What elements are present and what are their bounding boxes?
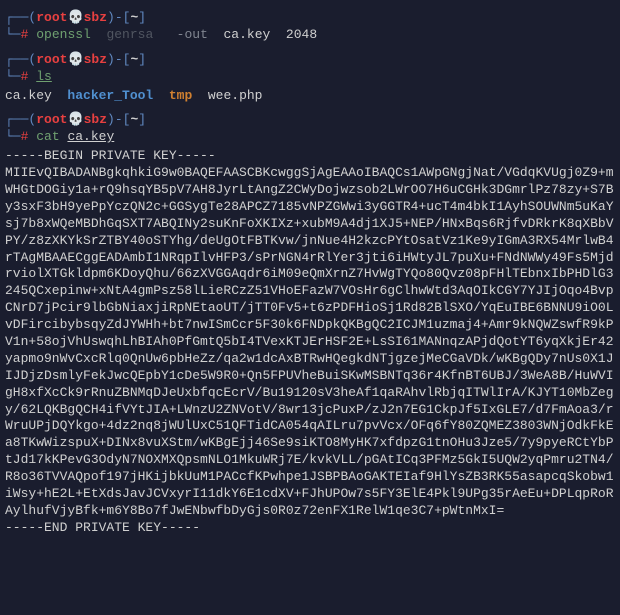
skull-icon: 💀 — [67, 112, 83, 127]
skull-icon: 💀 — [67, 52, 83, 67]
prompt-line: ┌──(root💀sbz)-[~] — [5, 52, 615, 69]
prompt-host: sbz — [84, 112, 107, 127]
prompt-line: ┌──(root💀sbz)-[~] — [5, 10, 615, 27]
prompt-prefix: ┌── — [5, 10, 28, 25]
key-begin: -----BEGIN PRIVATE KEY----- — [5, 148, 615, 165]
prompt-hash: # — [21, 69, 29, 84]
command-line[interactable]: └─# openssl genrsa -out ca.key 2048 — [5, 27, 615, 44]
command-block-2: ┌──(root💀sbz)-[~] └─# ls ca.key hacker_T… — [5, 52, 615, 105]
prompt-user: root — [36, 52, 67, 67]
cmd-flag: -out — [177, 27, 208, 42]
cmd-bits: 2048 — [286, 27, 317, 42]
prompt-line: ┌──(root💀sbz)-[~] — [5, 112, 615, 129]
prompt-cont: └─ — [5, 27, 21, 42]
cmd-file: ca.key — [224, 27, 271, 42]
command-block-3: ┌──(root💀sbz)-[~] └─# cat ca.key -----BE… — [5, 112, 615, 536]
cmd-bin: ls — [36, 69, 52, 84]
ls-dir: hacker_Tool — [67, 88, 153, 103]
ls-output: ca.key hacker_Tool tmp wee.php — [5, 88, 615, 105]
key-body: MIIEvQIBADANBgkqhkiG9w0BAQEFAASCBKcwggSj… — [5, 165, 615, 520]
prompt-hash: # — [21, 27, 29, 42]
cmd-bin: cat — [36, 129, 59, 144]
sep: - — [115, 10, 123, 25]
command-line[interactable]: └─# cat ca.key — [5, 129, 615, 146]
rbracket: ] — [138, 10, 146, 25]
ls-file: wee.php — [208, 88, 263, 103]
skull-icon: 💀 — [67, 10, 83, 25]
prompt-host: sbz — [84, 10, 107, 25]
command-block-1: ┌──(root💀sbz)-[~] └─# openssl genrsa -ou… — [5, 10, 615, 44]
cmd-file: ca.key — [67, 129, 114, 144]
prompt-user: root — [36, 112, 67, 127]
key-end: -----END PRIVATE KEY----- — [5, 520, 615, 537]
prompt-host: sbz — [84, 52, 107, 67]
ls-file: ca.key — [5, 88, 52, 103]
prompt-user: root — [36, 10, 67, 25]
ls-dir: tmp — [169, 88, 192, 103]
command-line[interactable]: └─# ls — [5, 69, 615, 86]
cmd-sub: genrsa — [106, 27, 153, 42]
prompt-hash: # — [21, 129, 29, 144]
cmd-bin: openssl — [36, 27, 91, 42]
rparen: ) — [107, 10, 115, 25]
